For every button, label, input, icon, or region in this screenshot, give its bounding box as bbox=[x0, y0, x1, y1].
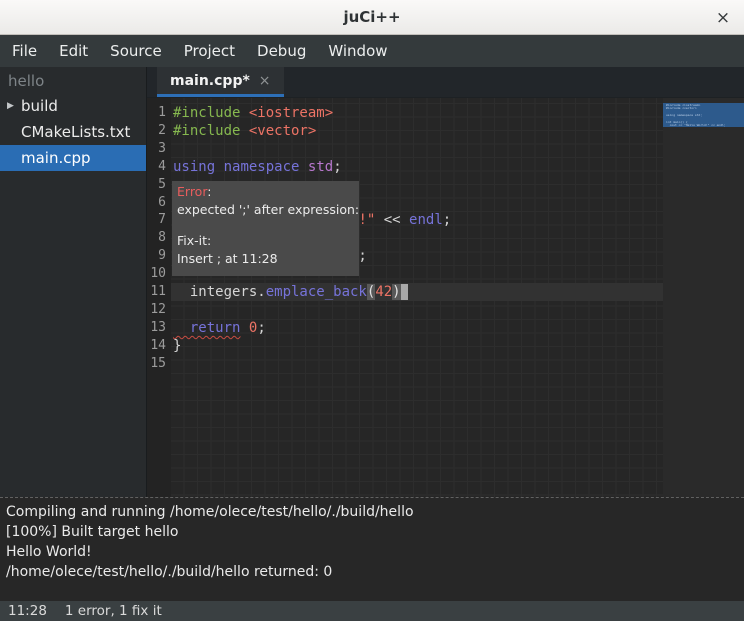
line-number: 7 bbox=[147, 211, 166, 229]
tree-item-label: CMakeLists.txt bbox=[21, 123, 130, 141]
minimap-code-preview: #include <iostream> #include <vector> us… bbox=[666, 104, 744, 127]
tree-item-label: main.cpp bbox=[21, 149, 91, 167]
tree-item-build[interactable]: ▶build bbox=[0, 93, 146, 119]
line-number: 6 bbox=[147, 194, 166, 212]
code-line-4[interactable]: using namespace std; bbox=[173, 158, 342, 176]
code-token: ; bbox=[333, 159, 341, 175]
code-token: #include bbox=[173, 105, 249, 121]
line-number: 5 bbox=[147, 176, 166, 194]
text-caret bbox=[401, 284, 408, 300]
app-window: juCi++ × FileEditSourceProjectDebugWindo… bbox=[0, 0, 744, 621]
tree-item-label: build bbox=[21, 97, 58, 115]
line-number: 9 bbox=[147, 247, 166, 265]
tree-item-main-cpp[interactable]: main.cpp bbox=[0, 145, 146, 171]
code-token: #include bbox=[173, 123, 249, 139]
minimap[interactable]: #include <iostream> #include <vector> us… bbox=[663, 98, 744, 497]
line-number: 8 bbox=[147, 229, 166, 247]
menu-edit[interactable]: Edit bbox=[48, 36, 99, 66]
status-message: 1 error, 1 fix it bbox=[65, 603, 162, 619]
code-line-2[interactable]: #include <vector> bbox=[173, 122, 316, 140]
error-colon: : bbox=[207, 184, 211, 199]
menubar: FileEditSourceProjectDebugWindow bbox=[0, 35, 744, 67]
line-number: 13 bbox=[147, 319, 166, 337]
code-token: <iostream> bbox=[249, 105, 333, 121]
tab-main-cpp[interactable]: main.cpp* × bbox=[157, 67, 284, 97]
code-line-14[interactable]: } bbox=[173, 337, 181, 355]
code-token: std bbox=[308, 159, 333, 175]
file-tree: ▶build CMakeLists.txt main.cpp bbox=[0, 93, 146, 171]
tab-close-icon[interactable]: × bbox=[259, 73, 271, 89]
menu-project[interactable]: Project bbox=[173, 36, 246, 66]
editor-pane: main.cpp* × #include <iostream>#include … bbox=[147, 67, 744, 497]
code-line-1[interactable]: #include <iostream> bbox=[173, 104, 333, 122]
code-token: << bbox=[375, 212, 409, 228]
line-number: 4 bbox=[147, 158, 166, 176]
terminal-output: Compiling and running /home/olece/test/h… bbox=[0, 497, 744, 601]
tooltip-fixit-text: Insert ; at 11:28 bbox=[177, 250, 354, 268]
code-token bbox=[215, 159, 223, 175]
line-number: 3 bbox=[147, 140, 166, 158]
file-tree-sidebar: hello ▶build CMakeLists.txt main.cpp bbox=[0, 67, 147, 497]
line-number: 1 bbox=[147, 104, 166, 122]
menu-file[interactable]: File bbox=[1, 36, 48, 66]
error-tooltip: Error: expected ';' after expression: Fi… bbox=[172, 181, 359, 276]
titlebar: juCi++ × bbox=[0, 0, 744, 35]
code-line-13[interactable]: return 0; bbox=[173, 319, 266, 337]
code-token bbox=[299, 159, 307, 175]
line-number: 14 bbox=[147, 337, 166, 355]
code-token: ; bbox=[443, 212, 451, 228]
menu-debug[interactable]: Debug bbox=[246, 36, 317, 66]
minimap-viewport[interactable]: #include <iostream> #include <vector> us… bbox=[663, 103, 744, 127]
code-editor[interactable]: #include <iostream>#include <vector> usin… bbox=[147, 98, 744, 497]
terminal-line: Hello World! bbox=[6, 542, 738, 562]
line-number: 15 bbox=[147, 355, 166, 373]
line-number: 11 bbox=[147, 283, 166, 301]
error-label: Error bbox=[177, 184, 207, 199]
line-number: 12 bbox=[147, 301, 166, 319]
tab-bar: main.cpp* × bbox=[147, 67, 744, 98]
code-line-11[interactable]: integers.emplace_back(42) bbox=[173, 283, 408, 301]
status-bar: 11:28 1 error, 1 fix it bbox=[0, 601, 744, 621]
line-number: 10 bbox=[147, 265, 166, 283]
terminal-line: Compiling and running /home/olece/test/h… bbox=[6, 502, 738, 522]
code-token: ) bbox=[392, 284, 400, 300]
code-token bbox=[240, 320, 248, 336]
code-token: namespace bbox=[224, 159, 300, 175]
line-number-gutter: 123456789101112131415 bbox=[147, 98, 171, 497]
code-token: integers. bbox=[173, 284, 266, 300]
tooltip-error-text: expected ';' after expression: bbox=[177, 201, 354, 219]
code-token: <vector> bbox=[249, 123, 316, 139]
project-name: hello bbox=[0, 67, 146, 93]
code-token: ; bbox=[257, 320, 265, 336]
window-title: juCi++ bbox=[343, 8, 400, 26]
tooltip-gap bbox=[177, 219, 354, 232]
tab-label: main.cpp* bbox=[170, 73, 250, 89]
menu-window[interactable]: Window bbox=[317, 36, 398, 66]
cursor-position: 11:28 bbox=[8, 603, 47, 619]
code-token: 42 bbox=[375, 284, 392, 300]
code-token: return bbox=[173, 320, 240, 336]
code-token: using bbox=[173, 159, 215, 175]
terminal-line: /home/olece/test/hello/./build/hello ret… bbox=[6, 562, 738, 582]
tooltip-fixit-heading: Fix-it: bbox=[177, 232, 354, 250]
code-token: endl bbox=[409, 212, 443, 228]
tree-item-cmakelists-txt[interactable]: CMakeLists.txt bbox=[0, 119, 146, 145]
code-token: } bbox=[173, 338, 181, 354]
expander-triangle-icon[interactable]: ▶ bbox=[7, 101, 21, 111]
code-token: emplace_back bbox=[266, 284, 367, 300]
menu-source[interactable]: Source bbox=[99, 36, 173, 66]
window-close-button[interactable]: × bbox=[712, 7, 734, 29]
tooltip-error-heading: Error: bbox=[177, 183, 354, 201]
terminal-line: [100%] Built target hello bbox=[6, 522, 738, 542]
line-number: 2 bbox=[147, 122, 166, 140]
